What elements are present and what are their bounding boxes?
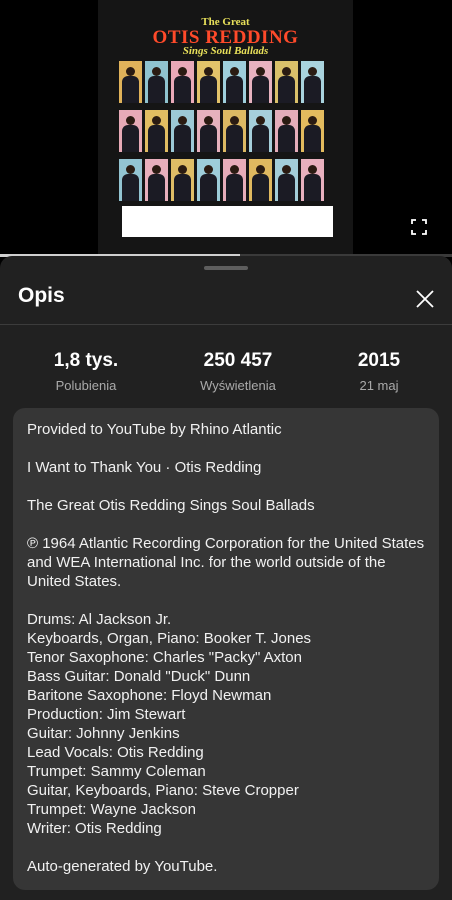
credit-line: Keyboards, Organ, Piano: Booker T. Jones	[27, 630, 312, 647]
album-photo-tile	[171, 159, 194, 201]
description-album: The Great Otis Redding Sings Soul Ballad…	[27, 497, 315, 514]
description-track: I Want to Thank You · Otis Redding	[27, 459, 262, 476]
album-photo-row	[119, 61, 333, 103]
description-sheet: Opis 1,8 tys. Polubienia 250 457 Wyświet…	[0, 256, 452, 900]
album-photo-tile	[119, 61, 142, 103]
album-photo-tile	[301, 61, 324, 103]
album-photo-tile	[145, 159, 168, 201]
credit-line: Guitar: Johnny Jenkins	[27, 725, 180, 742]
credit-line: Baritone Saxophone: Floyd Newman	[27, 687, 272, 704]
album-photo-tile	[249, 61, 272, 103]
description-provided-by: Provided to YouTube by Rhino Atlantic	[27, 421, 282, 438]
album-photo-row	[119, 110, 333, 152]
album-photo-tile	[275, 159, 298, 201]
video-player[interactable]: The Great OTIS REDDING Sings Soul Ballad…	[0, 0, 452, 256]
album-photo-tile	[249, 110, 272, 152]
description-copyright: ℗ 1964 Atlantic Recording Corporation fo…	[27, 535, 425, 590]
album-photo-tile	[275, 110, 298, 152]
credit-line: Bass Guitar: Donald "Duck" Dunn	[27, 668, 251, 685]
fullscreen-icon[interactable]	[411, 219, 427, 235]
album-title-line3: Sings Soul Ballads	[182, 45, 269, 57]
album-photo-grid	[119, 61, 333, 208]
album-photo-row	[119, 159, 333, 201]
stat-date: 2015 21 maj	[314, 350, 444, 393]
stat-likes-value: 1,8 tys.	[53, 350, 119, 371]
drag-handle[interactable]	[204, 266, 248, 270]
stat-likes-label: Polubienia	[55, 378, 117, 393]
album-photo-tile	[249, 159, 272, 201]
credit-line: Trumpet: Wayne Jackson	[27, 801, 196, 818]
close-icon[interactable]	[413, 287, 437, 311]
credit-line: Production: Jim Stewart	[27, 706, 186, 723]
album-photo-tile	[301, 110, 324, 152]
album-photo-tile	[223, 110, 246, 152]
credit-line: Lead Vocals: Otis Redding	[27, 744, 204, 761]
stat-date-label: 21 maj	[359, 378, 399, 393]
album-photo-tile	[145, 110, 168, 152]
album-cover: The Great OTIS REDDING Sings Soul Ballad…	[98, 0, 353, 256]
album-photo-tile	[119, 159, 142, 201]
album-photo-tile	[145, 61, 168, 103]
credit-line: Tenor Saxophone: Charles "Packy" Axton	[27, 649, 302, 666]
description-footer: Auto-generated by YouTube.	[27, 858, 218, 875]
album-photo-tile	[119, 110, 142, 152]
album-photo-tile	[301, 159, 324, 201]
stat-likes: 1,8 tys. Polubienia	[21, 350, 151, 393]
album-photo-tile	[197, 61, 220, 103]
album-photo-tile	[223, 159, 246, 201]
album-photo-tile	[223, 61, 246, 103]
description-credits: Drums: Al Jackson Jr. Keyboards, Organ, …	[27, 610, 425, 838]
stat-views-label: Wyświetlenia	[200, 378, 276, 393]
album-photo-tile	[275, 61, 298, 103]
divider	[0, 324, 452, 325]
credit-line: Trumpet: Sammy Coleman	[27, 763, 206, 780]
sheet-title: Opis	[18, 284, 65, 307]
stat-year-value: 2015	[357, 350, 401, 371]
description-box: Provided to YouTube by Rhino Atlantic I …	[13, 408, 439, 890]
stat-views: 250 457 Wyświetlenia	[173, 350, 303, 393]
album-photo-tile	[197, 159, 220, 201]
credit-line: Writer: Otis Redding	[27, 820, 162, 837]
stat-views-value: 250 457	[203, 350, 273, 371]
credit-line: Guitar, Keyboards, Piano: Steve Cropper	[27, 782, 299, 799]
album-label-box	[122, 206, 333, 237]
album-photo-tile	[171, 110, 194, 152]
credit-line: Drums: Al Jackson Jr.	[27, 611, 172, 628]
album-photo-tile	[197, 110, 220, 152]
album-photo-tile	[171, 61, 194, 103]
